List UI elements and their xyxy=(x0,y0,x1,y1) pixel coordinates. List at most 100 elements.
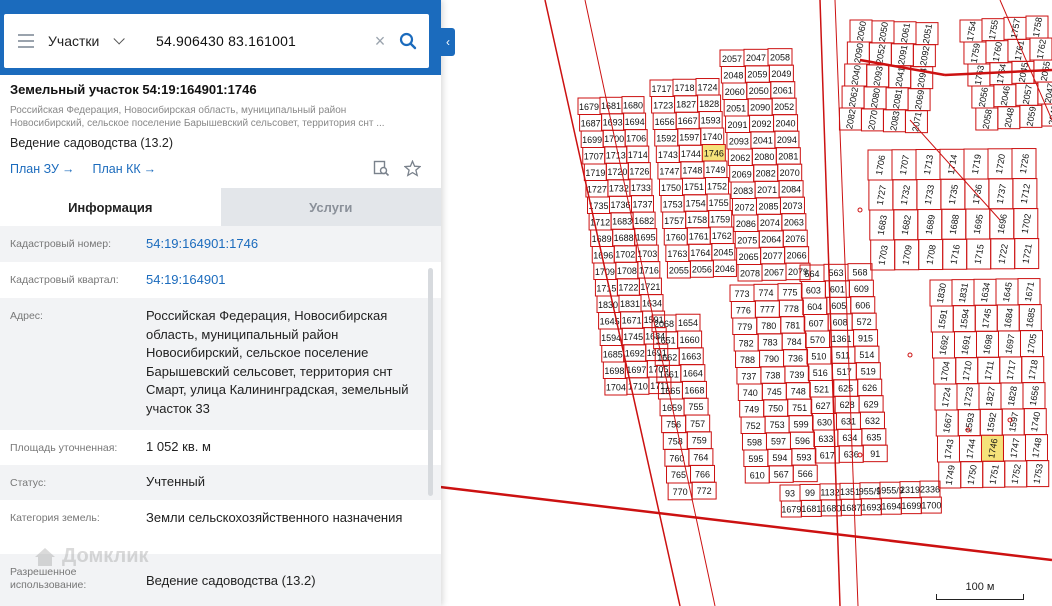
parcel-label: 1830 xyxy=(935,282,948,303)
parcel-label: 1737 xyxy=(632,199,652,209)
parcel-label: 1702 xyxy=(615,250,635,260)
parcel-label: 1693 xyxy=(861,502,881,512)
parcel-label: 2091 xyxy=(896,44,909,65)
search-input[interactable]: 54.906430 83.161001 xyxy=(148,33,369,49)
menu-icon[interactable] xyxy=(4,14,48,68)
cadastral-quarter-link[interactable]: 54:19:164901 xyxy=(146,262,426,298)
parcel-label: 1759 xyxy=(710,214,730,224)
parcel-label: 1594 xyxy=(601,333,621,343)
tab-services[interactable]: Услуги xyxy=(220,188,441,226)
parcel-label: 2070 xyxy=(780,168,800,178)
parcel-label: 1700 xyxy=(921,501,941,511)
parcel-label: 770 xyxy=(673,487,688,497)
parcel-label: 601 xyxy=(830,285,845,295)
parcel-label: 1704 xyxy=(606,382,626,392)
parcel-label: 1687 xyxy=(841,503,861,513)
plan-zu-link[interactable]: План ЗУ → xyxy=(10,162,74,176)
tab-information[interactable]: Информация xyxy=(0,188,221,226)
parcel-label: 2093 xyxy=(872,65,885,86)
parcel-label: 1724 xyxy=(940,386,953,407)
parcel-label: 2056 xyxy=(977,86,990,107)
parcel-label: 598 xyxy=(747,437,762,447)
star-icon[interactable] xyxy=(404,160,421,177)
parcel-label: 2052 xyxy=(874,43,887,64)
parcel-label: 2068 xyxy=(654,319,674,329)
parcel-label: 514 xyxy=(859,350,874,360)
parcel-label: 2081 xyxy=(891,88,904,109)
parcel-label: 1753 xyxy=(663,199,683,209)
cadastral-number-link[interactable]: 54:19:164901:1746 xyxy=(146,226,426,262)
parcel-label: 2091 xyxy=(728,120,748,130)
parcel-label: 1750 xyxy=(966,464,979,485)
scrollbar[interactable] xyxy=(428,268,433,496)
parcel-label: 775 xyxy=(782,287,797,297)
parcel-label: 608 xyxy=(833,318,848,328)
info-row: Статус: Учтенный xyxy=(0,465,441,500)
parcel-label: 1747 xyxy=(659,166,679,176)
parcel-label: 633 xyxy=(818,434,833,444)
parcel-label: 774 xyxy=(758,288,773,298)
search-button[interactable] xyxy=(391,24,425,58)
plan-links: План ЗУ → План КК → xyxy=(10,162,156,176)
parcel-label: 570 xyxy=(810,335,825,345)
plan-kk-link[interactable]: План КК → xyxy=(92,162,156,176)
layer-select[interactable]: Участки xyxy=(48,14,148,68)
parcel-label: 2065 xyxy=(739,252,759,262)
parcel-label: 2056 xyxy=(692,265,712,275)
parcel-label: 764 xyxy=(693,453,708,463)
parcel-label: 1361 xyxy=(832,334,852,344)
parcel-label: 596 xyxy=(795,436,810,446)
parcel-label: 1743 xyxy=(942,438,955,459)
parcel-label: 1685 xyxy=(603,349,623,359)
parcel-label: 2061 xyxy=(773,85,793,95)
parcel-label: 1726 xyxy=(1018,153,1031,174)
parcel-label: 2080 xyxy=(869,87,882,108)
parcel-label: 1759 xyxy=(969,42,982,63)
parcel-label: 1693 xyxy=(603,118,623,128)
parcel-label: 1684 xyxy=(1002,307,1015,328)
parcel-label: 2083 xyxy=(888,110,901,131)
info-label: Площадь уточненная: xyxy=(10,442,118,454)
parcel-label: 1757 xyxy=(664,216,684,226)
parcel-label: 1679 xyxy=(579,102,599,112)
parcel-label: 1710 xyxy=(961,360,974,381)
parcel-block: 93 99 1132 1351955/91955/92319 23361679 1681 1… xyxy=(779,480,942,518)
parcel-label: 765 xyxy=(671,470,686,480)
parcel-label: 1656 xyxy=(1028,385,1041,406)
parcel-label: 1748 xyxy=(1030,437,1043,458)
parcel-label: 1764 xyxy=(690,248,710,258)
parcel-label: 1749 xyxy=(705,165,725,175)
parcel-label: 1667 xyxy=(678,116,698,126)
parcel-label: 563 xyxy=(828,268,843,278)
parcel-block: 2068 16541651 16601662 16631661 16641665 1668… xyxy=(651,313,717,501)
parcel-block: 1830 1831 1634 1645 1671 1591 1594 1745 1684 1685… xyxy=(929,278,1050,489)
parcel-label: 1716 xyxy=(949,244,962,265)
parcel-label: 2093 xyxy=(729,136,749,146)
parcel-label: 2073 xyxy=(782,201,802,211)
clear-icon[interactable]: × xyxy=(369,30,391,52)
parcel-label: 516 xyxy=(813,368,828,378)
parcel-label: 1719 xyxy=(585,168,605,178)
parcel-label: 1827 xyxy=(676,100,696,110)
document-search-icon[interactable] xyxy=(373,160,390,177)
info-label: Кадастровый квартал: xyxy=(10,274,119,286)
parcel-label: 1594 xyxy=(958,308,971,329)
parcel-label: 636 xyxy=(844,450,859,460)
parcel-label: 2080 xyxy=(754,152,774,162)
map-marker xyxy=(907,352,913,358)
parcel-label: 2319 xyxy=(900,485,920,495)
parcel-label: 1692 xyxy=(937,334,950,355)
search-icon xyxy=(399,32,417,50)
parcel-label: 1755 xyxy=(709,198,729,208)
collapse-panel-button[interactable]: ‹ xyxy=(441,28,455,56)
parcel-label: 1750 xyxy=(661,183,681,193)
parcel-label: 566 xyxy=(798,469,813,479)
parcel-label: 2070 xyxy=(866,109,879,130)
parcel-label: 2049 xyxy=(771,69,791,79)
parcel-label: 1722 xyxy=(997,243,1010,264)
parcel-label: 510 xyxy=(811,351,826,361)
parcel-label: 1661 xyxy=(659,369,679,379)
parcel-label: 1736 xyxy=(971,183,984,204)
parcel-label: 1696 xyxy=(996,213,1009,234)
parcel-label: 2050 xyxy=(877,21,890,42)
